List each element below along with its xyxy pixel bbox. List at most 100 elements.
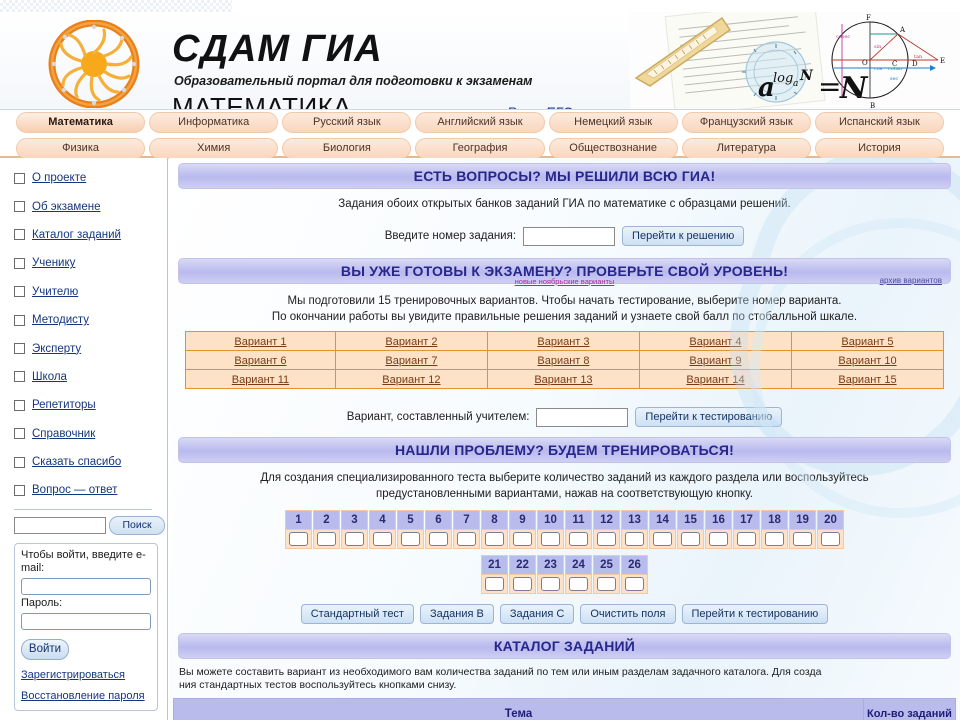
task-grid-input-14[interactable] <box>653 532 672 546</box>
task-grid-input-24[interactable] <box>569 577 588 591</box>
task-grid-input-22[interactable] <box>513 577 532 591</box>
tab-biologiya[interactable]: Биология <box>282 138 412 159</box>
task-grid-number-24[interactable]: 24 <box>565 555 592 575</box>
teacher-variant-input[interactable] <box>536 407 629 427</box>
tasks-c-button[interactable]: Задания C <box>499 604 575 624</box>
sidebar-item-metodistu[interactable]: Методисту <box>14 306 167 334</box>
tab-angliyskiy-yazyk[interactable]: Английский язык <box>415 112 545 133</box>
login-submit-button[interactable]: Войти <box>21 638 69 660</box>
task-grid-number-22[interactable]: 22 <box>509 555 536 575</box>
task-grid-number-5[interactable]: 5 <box>397 510 424 530</box>
archive-variants-link[interactable]: архив вариантов <box>880 277 942 285</box>
task-grid-number-25[interactable]: 25 <box>593 555 620 575</box>
tab-obschestvoznanie[interactable]: Обществознание <box>548 138 678 159</box>
task-grid-number-20[interactable]: 20 <box>817 510 844 530</box>
tab-ispanskiy-yazyk[interactable]: Испанский язык <box>814 112 944 133</box>
task-grid-number-23[interactable]: 23 <box>537 555 564 575</box>
sidebar-item-o-proekte[interactable]: О проекте <box>14 164 167 192</box>
task-grid-input-9[interactable] <box>513 532 532 546</box>
tab-fizika[interactable]: Физика <box>16 138 146 159</box>
task-grid-input-7[interactable] <box>457 532 476 546</box>
variant-link[interactable]: Вариант 7 <box>385 355 437 367</box>
task-number-input[interactable] <box>523 226 616 246</box>
variant-link[interactable]: Вариант 8 <box>537 355 589 367</box>
task-grid-input-16[interactable] <box>709 532 728 546</box>
task-grid-input-10[interactable] <box>541 532 560 546</box>
sidebar-item-repetitory[interactable]: Репетиторы <box>14 391 167 419</box>
tab-geografiya[interactable]: География <box>415 138 545 159</box>
task-grid-input-4[interactable] <box>373 532 392 546</box>
task-grid-number-1[interactable]: 1 <box>285 510 312 530</box>
task-grid-number-17[interactable]: 17 <box>733 510 760 530</box>
task-grid-number-12[interactable]: 12 <box>593 510 620 530</box>
variant-link[interactable]: Вариант 3 <box>537 336 589 348</box>
tab-literatura[interactable]: Литература <box>681 138 811 159</box>
tab-francuzskiy-yazyk[interactable]: Французский язык <box>681 112 811 133</box>
task-grid-input-18[interactable] <box>765 532 784 546</box>
task-grid-number-9[interactable]: 9 <box>509 510 536 530</box>
task-grid-input-15[interactable] <box>681 532 700 546</box>
task-grid-number-21[interactable]: 21 <box>481 555 508 575</box>
sidebar-item-uchitelyu[interactable]: Учителю <box>14 278 167 306</box>
sidebar-item-shkola[interactable]: Школа <box>14 363 167 391</box>
variant-link[interactable]: Вариант 12 <box>382 374 440 386</box>
tab-himiya[interactable]: Химия <box>149 138 279 159</box>
sidebar-item-ob-ekzamene[interactable]: Об экзамене <box>14 192 167 220</box>
task-grid-number-2[interactable]: 2 <box>313 510 340 530</box>
task-grid-number-3[interactable]: 3 <box>341 510 368 530</box>
variant-link[interactable]: Вариант 13 <box>534 374 592 386</box>
variant-link[interactable]: Вариант 6 <box>234 355 286 367</box>
task-grid-input-19[interactable] <box>793 532 812 546</box>
sidebar-item-ucheniku[interactable]: Ученику <box>14 249 167 277</box>
password-field[interactable] <box>21 612 151 630</box>
task-grid-input-11[interactable] <box>569 532 588 546</box>
tasks-b-button[interactable]: Задания B <box>419 604 494 624</box>
task-grid-input-20[interactable] <box>821 532 840 546</box>
sidebar-item-ekspertu[interactable]: Эксперту <box>14 334 167 362</box>
sidebar-item-spravochnik[interactable]: Справочник <box>14 420 167 448</box>
tab-matematika[interactable]: Математика <box>16 112 146 133</box>
task-grid-input-1[interactable] <box>289 532 308 546</box>
register-link[interactable]: Зарегистрироваться <box>21 669 151 681</box>
search-input[interactable] <box>14 516 106 534</box>
task-grid-input-2[interactable] <box>317 532 336 546</box>
sidebar-item-vopros-otvet[interactable]: Вопрос — ответ <box>14 476 167 504</box>
go-to-testing-button[interactable]: Перейти к тестированию <box>681 604 829 624</box>
task-grid-input-26[interactable] <box>625 577 644 591</box>
task-grid-number-16[interactable]: 16 <box>705 510 732 530</box>
task-grid-number-8[interactable]: 8 <box>481 510 508 530</box>
task-grid-input-21[interactable] <box>485 577 504 591</box>
variant-link[interactable]: Вариант 4 <box>689 336 741 348</box>
tab-russkiy-yazyk[interactable]: Русский язык <box>282 112 412 133</box>
task-grid-input-23[interactable] <box>541 577 560 591</box>
variant-link[interactable]: Вариант 9 <box>689 355 741 367</box>
variant-link[interactable]: Вариант 1 <box>234 336 286 348</box>
sidebar-item-skazat-spasibo[interactable]: Сказать спасибо <box>14 448 167 476</box>
variant-link[interactable]: Вариант 15 <box>838 374 896 386</box>
task-grid-input-3[interactable] <box>345 532 364 546</box>
clear-fields-button[interactable]: Очистить поля <box>580 604 676 624</box>
task-grid-number-7[interactable]: 7 <box>453 510 480 530</box>
sidebar-item-katalog-zadaniy[interactable]: Каталог заданий <box>14 221 167 249</box>
tab-informatika[interactable]: Информатика <box>149 112 279 133</box>
banner-new-variants-note[interactable]: новые ноябрьские варианты <box>179 278 950 286</box>
task-grid-number-15[interactable]: 15 <box>677 510 704 530</box>
search-button[interactable]: Поиск <box>109 515 165 535</box>
task-grid-number-10[interactable]: 10 <box>537 510 564 530</box>
task-grid-input-8[interactable] <box>485 532 504 546</box>
go-to-testing-button-top[interactable]: Перейти к тестированию <box>635 407 783 427</box>
go-to-solution-button[interactable]: Перейти к решению <box>622 226 745 246</box>
task-grid-number-19[interactable]: 19 <box>789 510 816 530</box>
task-grid-input-6[interactable] <box>429 532 448 546</box>
variant-link[interactable]: Вариант 5 <box>841 336 893 348</box>
variant-link[interactable]: Вариант 10 <box>838 355 896 367</box>
standard-test-button[interactable]: Стандартный тест <box>300 604 414 624</box>
task-grid-input-17[interactable] <box>737 532 756 546</box>
variant-link[interactable]: Вариант 14 <box>686 374 744 386</box>
task-grid-input-12[interactable] <box>597 532 616 546</box>
tab-istoriya[interactable]: История <box>814 138 944 159</box>
task-grid-input-13[interactable] <box>625 532 644 546</box>
task-grid-number-26[interactable]: 26 <box>621 555 648 575</box>
restore-password-link[interactable]: Восстановление пароля <box>21 690 151 702</box>
variant-link[interactable]: Вариант 2 <box>385 336 437 348</box>
